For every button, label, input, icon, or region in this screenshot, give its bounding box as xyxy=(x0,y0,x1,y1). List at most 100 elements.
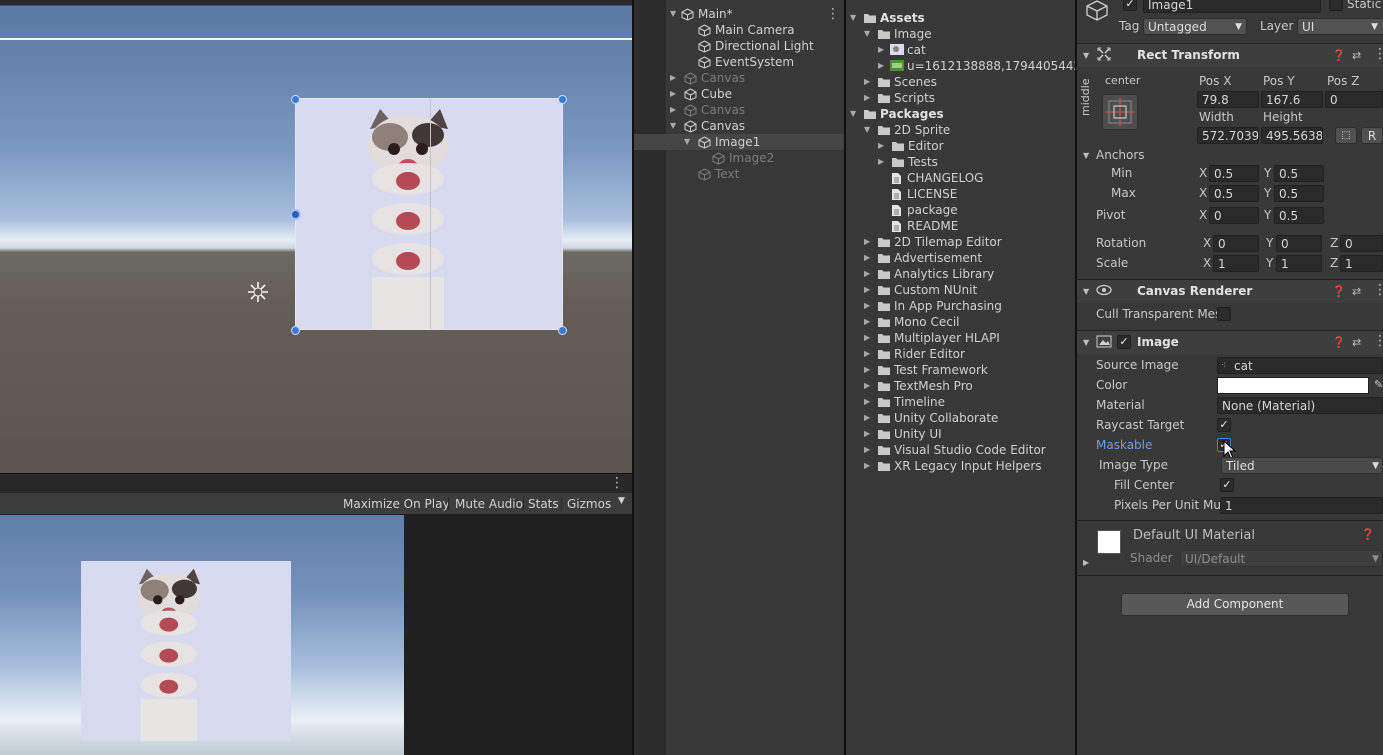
collapsed-arrow-icon[interactable]: ▶ xyxy=(864,330,870,346)
expand-arrow-icon[interactable]: ▶ xyxy=(878,58,884,74)
package-folder[interactable]: ▶ Rider Editor xyxy=(846,346,1075,362)
color-swatch[interactable] xyxy=(1217,377,1369,394)
posz-field[interactable]: 0 xyxy=(1325,91,1383,108)
help-icon[interactable]: ❓ xyxy=(1361,528,1375,541)
material-field[interactable]: None (Material) xyxy=(1217,397,1383,414)
anchor-min-x-field[interactable]: 0.5 xyxy=(1209,165,1259,182)
folder-image[interactable]: ▼ Image xyxy=(846,26,1075,42)
shader-dropdown[interactable]: UI/Default ▼ xyxy=(1180,550,1383,567)
collapsed-arrow-icon[interactable]: ▶ xyxy=(864,410,870,426)
width-field[interactable]: 572.7039 xyxy=(1197,127,1259,144)
scene-row[interactable]: ▼ Main* ⋮ xyxy=(634,6,844,22)
sun-light-gizmo-icon[interactable] xyxy=(246,280,270,304)
hierarchy-item[interactable]: ▶ Canvas xyxy=(634,102,844,118)
package-folder[interactable]: ▶ Unity UI xyxy=(846,426,1075,442)
expand-arrow-icon[interactable]: ▼ xyxy=(864,122,870,138)
presets-icon[interactable]: ⇄ xyxy=(1352,285,1361,298)
collapsed-arrow-icon[interactable]: ▶ xyxy=(864,362,870,378)
hierarchy-item[interactable]: Directional Light xyxy=(634,38,844,54)
presets-icon[interactable]: ⇄ xyxy=(1352,336,1361,349)
collapsed-arrow-icon[interactable]: ▶ xyxy=(670,70,676,86)
hierarchy-item[interactable]: ▶ Cube xyxy=(634,86,844,102)
folder-editor[interactable]: ▶ Editor xyxy=(846,138,1075,154)
resize-handle-top-left[interactable] xyxy=(291,95,300,104)
collapsed-arrow-icon[interactable]: ▶ xyxy=(864,314,870,330)
hierarchy-item[interactable]: ▼ Canvas xyxy=(634,118,844,134)
asset-long-file[interactable]: ▶ u=1612138888,1794405442& xyxy=(846,58,1091,74)
canvas-renderer-header[interactable]: ▼ Canvas Renderer ❓ ⇄ ⋮ xyxy=(1077,279,1383,303)
gizmos-dropdown-arrow-icon[interactable]: ▼ xyxy=(618,496,625,506)
expand-arrow-icon[interactable]: ▶ xyxy=(864,90,870,106)
object-name-field[interactable]: Image1 xyxy=(1143,0,1321,13)
image-component-header[interactable]: ▼ ✓ Image ❓ ⇄ ⋮ xyxy=(1077,330,1383,354)
anchor-max-x-field[interactable]: 0.5 xyxy=(1209,185,1259,202)
folder-scripts[interactable]: ▶ Scripts xyxy=(846,90,1075,106)
scale-z-field[interactable]: 1 xyxy=(1340,255,1383,272)
collapsed-arrow-icon[interactable]: ▶ xyxy=(864,394,870,410)
static-checkbox[interactable] xyxy=(1329,0,1343,11)
collapsed-arrow-icon[interactable]: ▶ xyxy=(864,458,870,474)
pivot-y-field[interactable]: 0.5 xyxy=(1274,207,1324,224)
posx-field[interactable]: 79.8 xyxy=(1197,91,1259,108)
scale-x-field[interactable]: 1 xyxy=(1213,255,1259,272)
hierarchy-item[interactable]: ▼ Image1 xyxy=(634,134,844,150)
collapsed-arrow-icon[interactable]: ▶ xyxy=(670,86,676,102)
scene-view[interactable] xyxy=(0,0,632,473)
component-menu-icon[interactable]: ⋮ xyxy=(1373,282,1383,298)
blueprint-mode-button[interactable]: ⬚ xyxy=(1335,127,1357,144)
scale-y-field[interactable]: 1 xyxy=(1276,255,1322,272)
collapse-arrow-icon[interactable]: ▼ xyxy=(1083,287,1089,296)
help-icon[interactable]: ❓ xyxy=(1332,336,1346,349)
package-folder[interactable]: ▶ Unity Collaborate xyxy=(846,410,1075,426)
collapsed-arrow-icon[interactable]: ▶ xyxy=(864,282,870,298)
collapsed-arrow-icon[interactable]: ▶ xyxy=(864,266,870,282)
expand-arrow-icon[interactable]: ▼ xyxy=(850,10,856,26)
presets-icon[interactable]: ⇄ xyxy=(1352,49,1361,62)
scene-kebab-menu-icon[interactable]: ⋮ xyxy=(826,6,840,22)
eyedropper-icon[interactable]: ✎ xyxy=(1374,378,1383,391)
hierarchy-item[interactable]: ▶ Canvas xyxy=(634,70,844,86)
anchor-max-y-field[interactable]: 0.5 xyxy=(1274,185,1324,202)
expand-arrow-icon[interactable]: ▶ xyxy=(878,154,884,170)
rotation-z-field[interactable]: 0 xyxy=(1340,235,1383,252)
hierarchy-item[interactable]: Text xyxy=(634,166,844,182)
package-folder[interactable]: ▶ TextMesh Pro xyxy=(846,378,1075,394)
anchor-presets-button[interactable] xyxy=(1102,94,1138,130)
cull-transparent-checkbox[interactable] xyxy=(1217,307,1231,321)
height-field[interactable]: 495.5638 xyxy=(1261,127,1323,144)
maximize-on-play-button[interactable]: Maximize On Play xyxy=(340,496,453,512)
hierarchy-item[interactable]: Image2 xyxy=(634,150,844,166)
file-license[interactable]: LICENSE xyxy=(846,186,1075,202)
help-icon[interactable]: ❓ xyxy=(1332,285,1346,298)
selected-image-rect[interactable] xyxy=(295,98,563,330)
asset-cat[interactable]: ▶ cat xyxy=(846,42,1075,58)
package-folder[interactable]: ▶ XR Legacy Input Helpers xyxy=(846,458,1075,474)
package-folder[interactable]: ▶ 2D Tilemap Editor xyxy=(846,234,1075,250)
package-folder[interactable]: ▶ In App Purchasing xyxy=(846,298,1075,314)
image-enabled-checkbox[interactable]: ✓ xyxy=(1117,335,1131,349)
help-icon[interactable]: ❓ xyxy=(1332,49,1346,62)
rect-transform-header[interactable]: ▼ Rect Transform ❓ ⇄ ⋮ xyxy=(1077,43,1383,67)
collapsed-arrow-icon[interactable]: ▶ xyxy=(864,250,870,266)
expand-arrow-icon[interactable]: ▼ xyxy=(670,6,676,22)
folder-2d-sprite[interactable]: ▼ 2D Sprite xyxy=(846,122,1075,138)
collapsed-arrow-icon[interactable]: ▶ xyxy=(864,426,870,442)
image-type-dropdown[interactable]: Tiled ▼ xyxy=(1221,457,1383,474)
expand-arrow-icon[interactable]: ▼ xyxy=(670,118,676,134)
mute-audio-button[interactable]: Mute Audio xyxy=(452,496,526,512)
collapse-arrow-icon[interactable]: ▼ xyxy=(1083,338,1089,347)
rotation-x-field[interactable]: 0 xyxy=(1213,235,1259,252)
game-kebab-menu-icon[interactable]: ⋮ xyxy=(610,475,624,491)
expand-arrow-icon[interactable]: ▼ xyxy=(864,26,870,42)
resize-handle-bottom-left[interactable] xyxy=(291,326,300,335)
fill-center-checkbox[interactable]: ✓ xyxy=(1220,478,1234,492)
collapsed-arrow-icon[interactable]: ▶ xyxy=(864,442,870,458)
package-folder[interactable]: ▶ Multiplayer HLAPI xyxy=(846,330,1075,346)
package-folder[interactable]: ▶ Mono Cecil xyxy=(846,314,1075,330)
file-package[interactable]: package xyxy=(846,202,1075,218)
tag-dropdown[interactable]: Untagged ▼ xyxy=(1143,18,1247,35)
collapse-arrow-icon[interactable]: ▼ xyxy=(1083,151,1089,160)
gizmos-button[interactable]: Gizmos xyxy=(564,496,614,512)
stats-button[interactable]: Stats xyxy=(525,496,562,512)
rotation-y-field[interactable]: 0 xyxy=(1276,235,1322,252)
